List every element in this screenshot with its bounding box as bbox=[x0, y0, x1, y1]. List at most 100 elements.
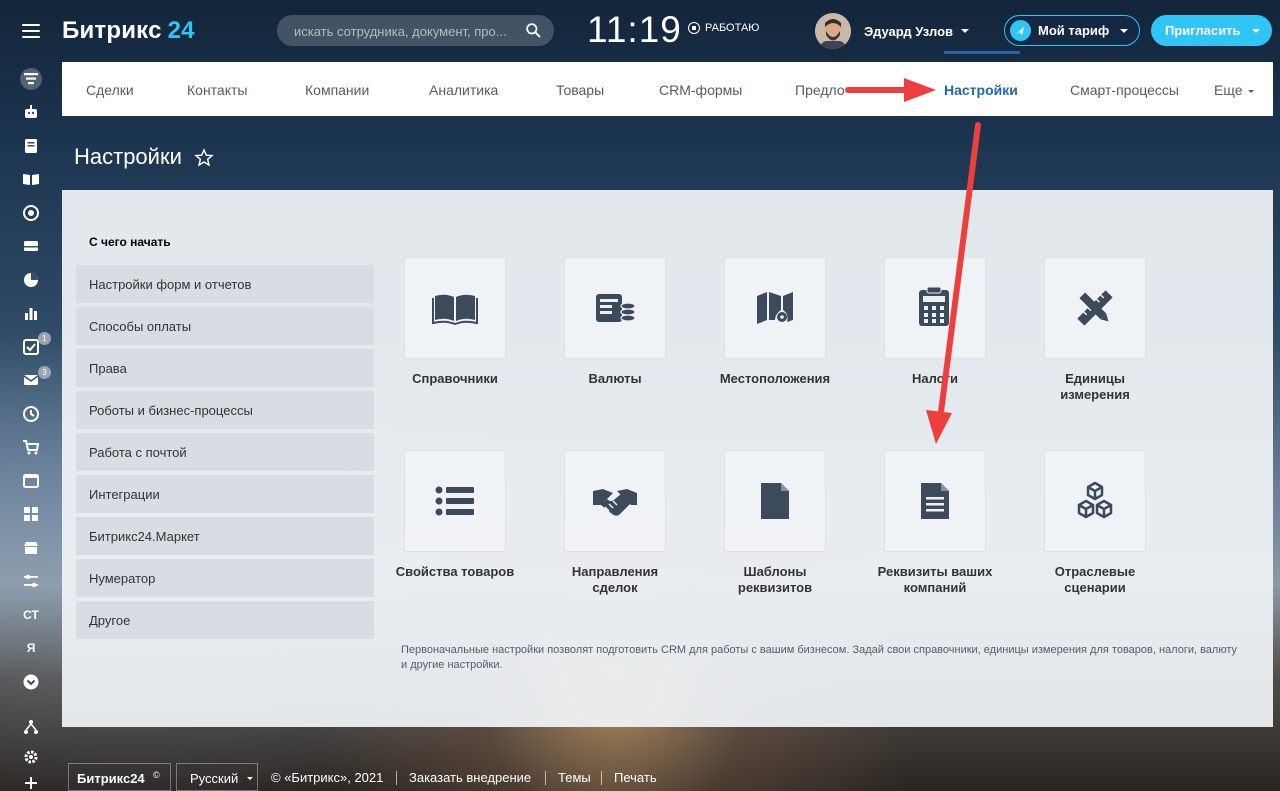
clock-icon[interactable] bbox=[22, 405, 40, 423]
menu-heading: С чего начать bbox=[89, 235, 171, 249]
user-name[interactable]: Эдуард Узлов bbox=[864, 24, 953, 39]
cubes-icon bbox=[1077, 481, 1113, 519]
tile-label-line1: Направления bbox=[571, 564, 659, 579]
cart-icon[interactable] bbox=[22, 438, 40, 456]
menu-item-numerator[interactable]: Нумератор bbox=[76, 559, 374, 597]
chevron-down-icon bbox=[247, 777, 253, 780]
tile-label-line2: реквизитов bbox=[737, 580, 813, 595]
robot-icon[interactable] bbox=[22, 103, 40, 121]
tile-label-line1: Валюты bbox=[588, 371, 642, 386]
logo[interactable]: Битрикс 24 bbox=[62, 17, 195, 45]
order-implementation-link[interactable]: Заказать внедрение bbox=[409, 770, 531, 785]
pie-chart-icon[interactable] bbox=[22, 271, 40, 289]
settings-sliders-icon[interactable] bbox=[22, 572, 40, 590]
my-tariff-button[interactable]: Мой тариф bbox=[1004, 15, 1140, 46]
menu-burger-icon[interactable] bbox=[22, 24, 40, 38]
rail-item-st[interactable]: СТ bbox=[0, 608, 62, 622]
tile-requisite-templates[interactable] bbox=[724, 450, 826, 552]
rail-item-ya[interactable]: Я bbox=[0, 641, 62, 655]
search-input[interactable]: искать сотрудника, документ, про... bbox=[277, 15, 554, 46]
tile-currencies[interactable] bbox=[564, 257, 666, 359]
document-icon[interactable] bbox=[22, 137, 40, 155]
tile-company-requisites[interactable] bbox=[884, 450, 986, 552]
tile-deal-pipelines[interactable] bbox=[564, 450, 666, 552]
tile-product-properties[interactable] bbox=[404, 450, 506, 552]
tab-quotes[interactable]: Предло bbox=[795, 82, 845, 98]
tile-currencies-label: Валюты bbox=[530, 371, 700, 387]
handshake-icon bbox=[593, 489, 637, 516]
tab-more[interactable]: Еще bbox=[1214, 82, 1254, 98]
tab-settings[interactable]: Настройки bbox=[944, 82, 1018, 98]
menu-item-other[interactable]: Другое bbox=[76, 601, 374, 639]
book-icon[interactable] bbox=[22, 170, 40, 188]
menu-item-robots[interactable]: Роботы и бизнес-процессы bbox=[76, 391, 374, 429]
print-link[interactable]: Печать bbox=[614, 770, 657, 785]
menu-item-mail[interactable]: Работа с почтой bbox=[76, 433, 374, 471]
page-title: Настройки bbox=[74, 144, 182, 169]
language-select[interactable]: Русский bbox=[176, 763, 258, 791]
chevron-down-icon bbox=[1247, 89, 1254, 93]
menu-item-label: Настройки форм и отчетов bbox=[89, 277, 252, 292]
language-label: Русский bbox=[190, 771, 239, 786]
tile-directories[interactable] bbox=[404, 257, 506, 359]
tab-products[interactable]: Товары bbox=[556, 82, 604, 98]
tab-deals[interactable]: Сделки bbox=[86, 82, 134, 98]
copyright-text: © «Битрикс», 2021 bbox=[271, 770, 384, 785]
target-icon[interactable] bbox=[22, 204, 40, 222]
tile-locations[interactable] bbox=[724, 257, 826, 359]
tile-locations-label: Местоположения bbox=[690, 371, 860, 387]
tab-more-label: Еще bbox=[1214, 82, 1243, 98]
themes-link[interactable]: Темы bbox=[558, 770, 591, 785]
tab-contacts[interactable]: Контакты bbox=[187, 82, 247, 98]
tile-product-properties-label: Свойства товаров bbox=[370, 564, 540, 580]
chevron-down-icon bbox=[1252, 29, 1260, 33]
tab-analytics[interactable]: Аналитика bbox=[429, 82, 498, 98]
tile-label-line2: сделок bbox=[592, 580, 638, 595]
logo-number: 24 bbox=[167, 17, 195, 44]
avatar[interactable] bbox=[815, 13, 851, 49]
tile-taxes[interactable] bbox=[884, 257, 986, 359]
logo-text: Битрикс bbox=[62, 17, 162, 44]
menu-item-integrations[interactable]: Интеграции bbox=[76, 475, 374, 513]
tasks-icon[interactable] bbox=[22, 338, 40, 356]
map-pin-icon bbox=[757, 292, 793, 324]
menu-item-forms-reports[interactable]: Настройки форм и отчетов bbox=[76, 265, 374, 303]
menu-item-label: Роботы и бизнес-процессы bbox=[89, 403, 253, 418]
clock[interactable]: 11:19 bbox=[587, 9, 682, 51]
grid-icon[interactable] bbox=[22, 505, 40, 523]
tile-label-line1: Справочники bbox=[412, 371, 498, 386]
work-status[interactable]: РАБОТАЮ bbox=[688, 22, 759, 34]
tile-units-label: Единицы измерения bbox=[1010, 371, 1180, 403]
tab-smart-processes[interactable]: Смарт-процессы bbox=[1070, 82, 1179, 98]
rocket-icon bbox=[1010, 20, 1031, 41]
menu-item-market[interactable]: Битрикс24.Маркет bbox=[76, 517, 374, 555]
menu-item-permissions[interactable]: Права bbox=[76, 349, 374, 387]
bar-chart-icon[interactable] bbox=[22, 304, 40, 322]
window-icon[interactable] bbox=[22, 472, 40, 490]
copyright-circle-icon: © bbox=[153, 770, 160, 780]
my-tariff-label: Мой тариф bbox=[1038, 23, 1110, 38]
search-icon[interactable] bbox=[525, 22, 542, 39]
footer-brand[interactable]: Битрикс24 © bbox=[68, 763, 171, 791]
funnel-icon[interactable] bbox=[22, 70, 40, 88]
plus-icon[interactable] bbox=[22, 774, 40, 791]
menu-item-payment-methods[interactable]: Способы оплаты bbox=[76, 307, 374, 345]
sitemap-icon[interactable] bbox=[22, 718, 40, 736]
star-icon[interactable] bbox=[194, 148, 214, 168]
book-icon bbox=[432, 294, 478, 326]
arrow-down-circle-icon[interactable] bbox=[22, 673, 40, 691]
tile-label-line1: Свойства товаров bbox=[395, 564, 515, 579]
tile-units[interactable] bbox=[1044, 257, 1146, 359]
tab-companies[interactable]: Компании bbox=[305, 82, 369, 98]
tile-label-line1: Единицы bbox=[1065, 371, 1125, 386]
invite-button[interactable]: Пригласить bbox=[1151, 15, 1272, 46]
tile-label-line2: сценарии bbox=[1064, 580, 1126, 595]
gear-icon[interactable] bbox=[22, 748, 40, 766]
calculator-icon bbox=[919, 286, 949, 326]
inbox-icon[interactable] bbox=[22, 237, 40, 255]
store-icon[interactable] bbox=[22, 539, 40, 557]
tab-crm-forms[interactable]: CRM-формы bbox=[659, 82, 742, 98]
tile-industry-scenarios[interactable] bbox=[1044, 450, 1146, 552]
chevron-down-icon[interactable] bbox=[961, 29, 969, 33]
file-icon bbox=[761, 483, 789, 519]
